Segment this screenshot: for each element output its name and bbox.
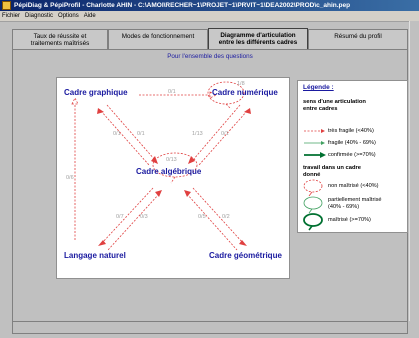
label-cadre-graphique: Cadre graphique [64,88,128,97]
arrowhead [98,240,106,246]
arrowhead [184,190,191,197]
arrowhead [244,108,251,114]
score-graph-alg-2: 0/1 [137,131,145,137]
tab-modes-fonctionnement[interactable]: Modes de fonctionnement [108,29,208,49]
tab-label-line1: Modes de fonctionnement [121,33,195,40]
diagram-arrows [71,81,251,251]
label-langage-naturel: Langage naturel [64,251,126,260]
tab-label-line1: Diagramme d'articulation [220,32,296,39]
legend-section2-line2: donné [303,172,321,178]
menu-aide[interactable]: Aide [84,11,96,21]
score-left-edge: 0/6 [66,175,74,181]
legend-bubble-not-mastered [303,179,323,193]
articulation-diagram: Cadre graphique Cadre numérique Cadre al… [56,77,290,279]
arrowhead [151,156,158,164]
arrowhead [321,129,325,133]
score-num-alg-2: 0/1 [221,131,229,137]
legend-confirmed: confirmée (>=70%) [328,152,376,158]
bubble-tail [225,103,232,110]
score-lang-alg-1: 0/7 [116,214,124,220]
arrowhead [320,152,326,158]
panel-subtitle: Pour l'ensemble des questions [167,53,253,60]
label-cadre-numerique: Cadre numérique [212,88,278,97]
legend-bubble-mastered [303,213,323,227]
menu-options[interactable]: Options [58,11,79,21]
legend-title: Légende : [303,84,334,91]
label-cadre-geometrique: Cadre géométrique [209,251,282,260]
arrow-alg-num [198,110,248,166]
title-bar: PépiDiag & PépiProfil - Charlotte AHIN -… [0,0,419,11]
arrowhead [155,190,162,197]
app-icon [2,1,11,10]
menu-bar: Fichier Diagnostic Options Aide [0,11,419,22]
legend-mastered: maîtrisé (>=70%) [328,217,371,223]
window-title: PépiDiag & PépiProfil - Charlotte AHIN -… [14,2,351,9]
tab-diagramme-articulation[interactable]: Diagramme d'articulation entre les diffé… [208,28,308,50]
tab-label-line1: Taux de réussite et [33,33,87,40]
legend-section1-line1: sens d'une articulation [303,99,366,105]
legend-section2-line1: travail dans un cadre [303,165,361,171]
score-geom-alg-2: 0/2 [222,214,230,220]
legend-section1-line2: entre cadres [303,106,338,112]
score-num-alg-1: 1/13 [192,131,203,137]
label-cadre-algebrique: Cadre algébrique [136,167,202,176]
legend-partial-2: (40% - 69%) [328,204,360,210]
legend-not-mastered: non maîtrisé (<40%) [328,183,379,189]
tab-strip: Taux de réussite et traitements maîtrisé… [12,28,408,50]
score-top-edge: 0/1 [168,89,176,95]
arrow-alg-graph [100,110,150,166]
tab-label-line1: Résumé du profil [334,33,382,40]
legend-very-fragile: très fragile (<40%) [328,128,374,134]
score-numerique-self: 1/8 [237,81,245,87]
arrowhead [321,141,325,145]
tab-panel: Pour l'ensemble des questions Cadre grap… [12,49,408,322]
menu-diagnostic[interactable]: Diagnostic [25,11,53,21]
arrowhead [188,156,195,164]
tab-label-line2: traitements maîtrisés [30,40,90,47]
menu-fichier[interactable]: Fichier [2,11,20,21]
legend-fragile: fragile (40% - 69%) [328,140,376,146]
score-graph-alg-1: 0/1 [113,131,121,137]
tab-taux-reussite[interactable]: Taux de réussite et traitements maîtrisé… [12,29,108,49]
legend-partial-1: partiellement maîtrisé [328,197,382,203]
bubble-tail [170,176,176,184]
legend-bubble-partial [303,196,323,210]
tab-resume-profil[interactable]: Résumé du profil [308,29,408,49]
arrowhead [71,97,79,105]
window-right-edge [409,21,419,321]
arrow-geom-alg [186,193,238,251]
arrowhead [97,108,104,114]
arrowhead [239,240,247,246]
score-geom-alg-1: 0/5 [198,214,206,220]
score-lang-alg-2: 0/3 [140,214,148,220]
status-bar [12,321,408,334]
score-algebrique-self: 0/13 [166,157,177,163]
legend-panel: Légende : sens d'une articulation entre … [297,80,408,233]
arrow-lang-alg [107,193,160,251]
tab-label-line2: entre les différents cadres [218,39,298,46]
